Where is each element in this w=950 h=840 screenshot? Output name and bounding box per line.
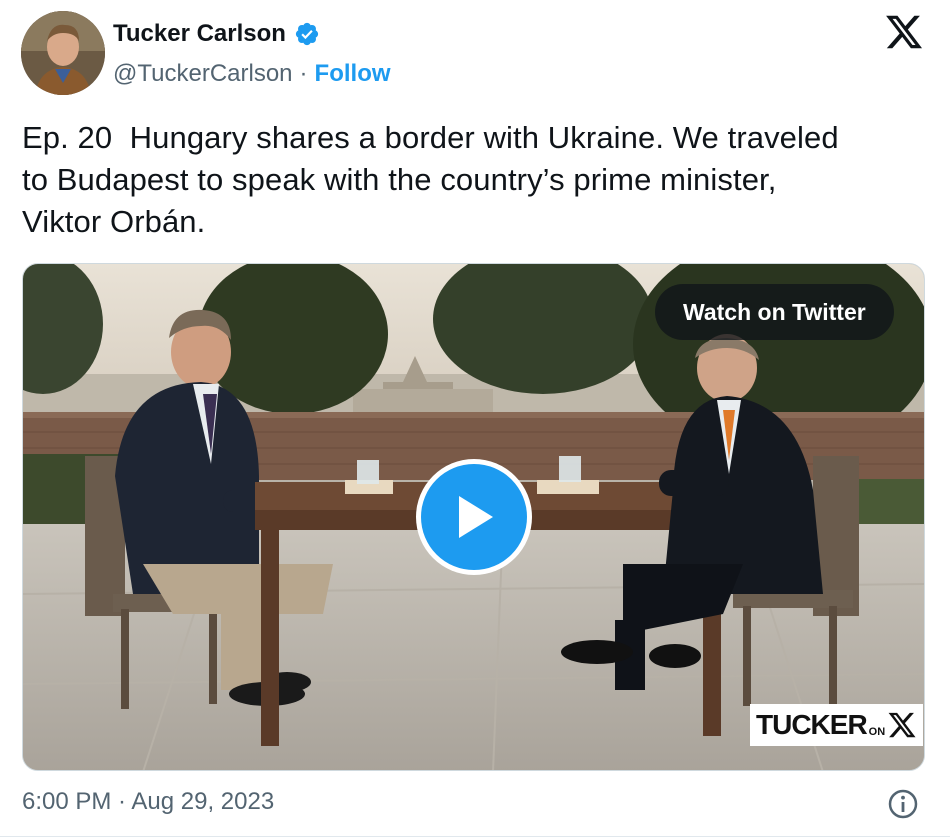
author-handle[interactable]: @TuckerCarlson	[113, 60, 293, 88]
separator-dot: ·	[299, 60, 308, 87]
follow-button[interactable]: Follow	[315, 60, 391, 88]
tweet-timestamp[interactable]: 6:00 PM · Aug 29, 2023	[22, 788, 274, 816]
verified-badge-icon	[294, 21, 320, 47]
video-player[interactable]: Watch on Twitter TUCKER ON	[22, 263, 925, 771]
divider	[0, 836, 950, 837]
tweet-text: Ep. 20 Hungary shares a border with Ukra…	[22, 120, 839, 239]
watermark-x-icon	[887, 709, 917, 741]
embedded-tweet-card: Tucker Carlson @TuckerCarlson · Follow E…	[0, 0, 950, 840]
play-icon	[421, 464, 527, 570]
watermark-text: TUCKER	[756, 709, 868, 740]
avatar[interactable]	[21, 11, 105, 95]
info-icon[interactable]	[887, 788, 919, 820]
avatar-image	[21, 11, 105, 95]
show-watermark-logo: TUCKER ON	[750, 704, 924, 746]
play-button[interactable]	[416, 459, 532, 575]
author-display-name[interactable]: Tucker Carlson	[113, 20, 286, 48]
x-logo-icon[interactable]	[884, 12, 924, 52]
watermark-on-text: ON	[868, 726, 886, 738]
author-handle-row: @TuckerCarlson · Follow	[113, 58, 391, 90]
watch-on-twitter-button[interactable]: Watch on Twitter	[655, 284, 894, 340]
author-name-row: Tucker Carlson	[113, 18, 320, 50]
